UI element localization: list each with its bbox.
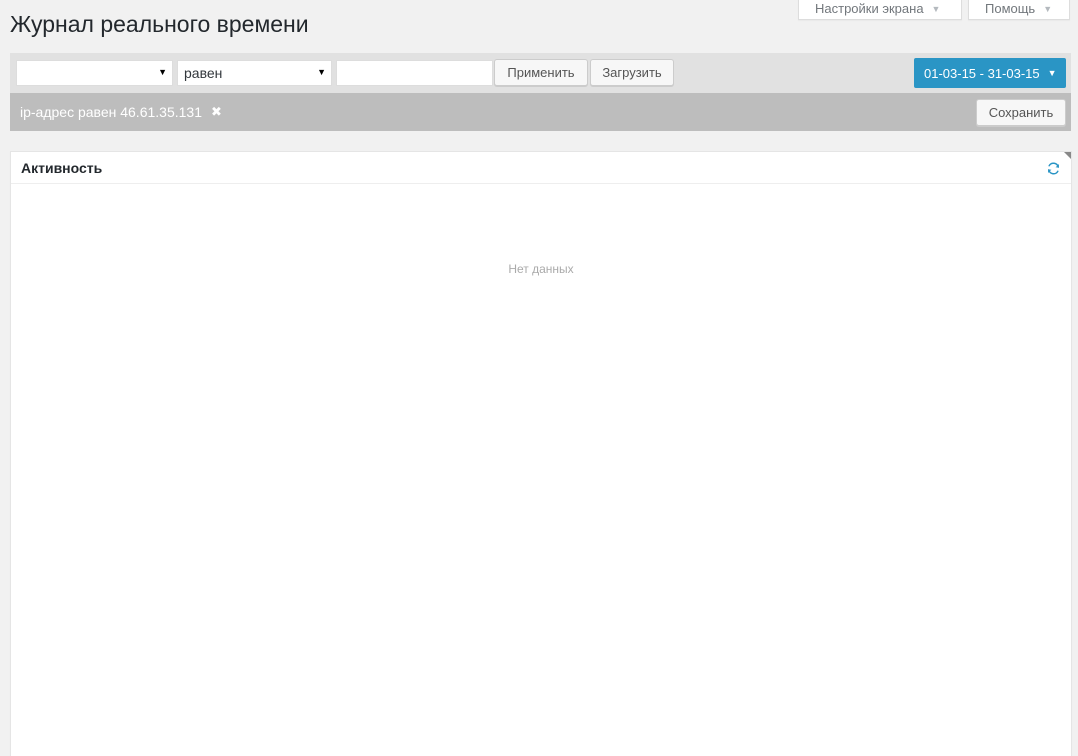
caret-down-icon: ▼ xyxy=(158,67,167,77)
page: Настройки экрана ▼ Помощь ▼ Журнал реаль… xyxy=(0,0,1078,756)
load-button[interactable]: Загрузить xyxy=(590,59,674,86)
screen-options-label: Настройки экрана xyxy=(815,1,924,16)
date-range-picker[interactable]: 01-03-15 - 31-03-15 ▼ xyxy=(914,58,1066,88)
triangle-down-icon: ▼ xyxy=(931,3,941,14)
caret-down-icon: ▼ xyxy=(317,67,326,77)
active-filter-bar: ip-адрес равен 46.61.35.131 ✖ Сохранить xyxy=(10,93,1071,131)
triangle-down-icon: ▼ xyxy=(1043,3,1053,14)
filter-value-input[interactable] xyxy=(336,60,493,86)
active-filter-text: ip-адрес равен 46.61.35.131 xyxy=(20,104,202,120)
active-filter-chip: ip-адрес равен 46.61.35.131 ✖ xyxy=(20,104,222,120)
filter-operator-select[interactable]: равен ▼ xyxy=(177,60,332,86)
help-label: Помощь xyxy=(985,1,1036,16)
empty-state-text: Нет данных xyxy=(508,262,574,276)
help-tab[interactable]: Помощь ▼ xyxy=(968,0,1070,20)
activity-panel-header: Активность xyxy=(11,152,1071,184)
activity-panel: Активность Нет данных xyxy=(10,151,1072,756)
close-icon[interactable]: ✖ xyxy=(211,104,222,120)
activity-panel-title: Активность xyxy=(21,159,103,176)
caret-down-icon: ▼ xyxy=(1047,68,1057,78)
save-button[interactable]: Сохранить xyxy=(976,99,1066,126)
screen-options-tab[interactable]: Настройки экрана ▼ xyxy=(798,0,962,20)
filter-bar: ▼ равен ▼ Применить Загрузить 01-03-15 -… xyxy=(10,53,1071,93)
apply-button[interactable]: Применить xyxy=(494,59,588,86)
filter-operator-value: равен xyxy=(184,65,223,81)
refresh-icon[interactable] xyxy=(1046,161,1061,176)
page-title: Журнал реального времени xyxy=(10,11,309,37)
filter-field-select[interactable]: ▼ xyxy=(16,60,173,86)
date-range-label: 01-03-15 - 31-03-15 xyxy=(924,65,1040,81)
panel-toggle-corner[interactable] xyxy=(1064,152,1071,159)
